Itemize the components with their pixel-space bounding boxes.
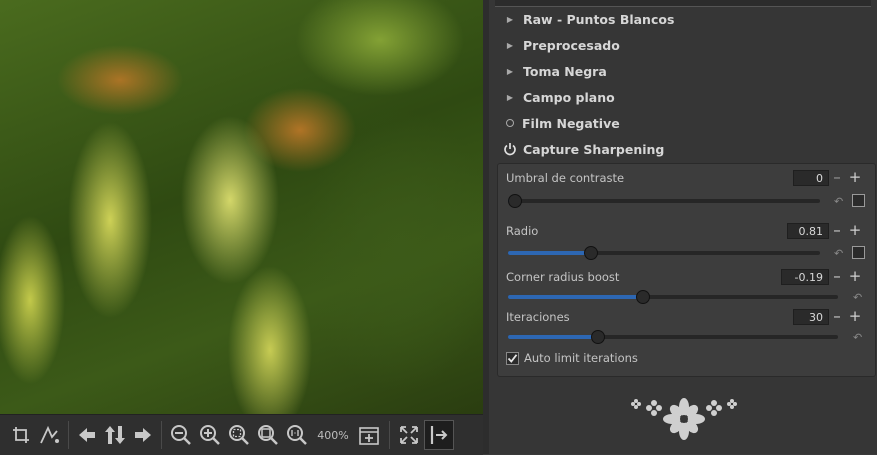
expand-arrow-icon: ▶	[506, 14, 514, 24]
toolbar-separator	[161, 421, 162, 449]
fullscreen-icon[interactable]	[394, 420, 424, 450]
section-raw-white-points[interactable]: ▶ Raw - Puntos Blancos	[503, 9, 674, 29]
crop-icon[interactable]	[8, 420, 34, 450]
auto-toggle-box[interactable]	[852, 246, 865, 259]
arrow-right-icon[interactable]	[129, 420, 157, 450]
hide-panel-icon[interactable]	[424, 420, 454, 450]
iterations-label: Iteraciones	[506, 310, 570, 324]
new-detail-window-icon[interactable]	[355, 420, 385, 450]
expand-arrow-icon: ▶	[506, 40, 514, 50]
disabled-circle-icon[interactable]	[506, 119, 514, 127]
iterations-slider[interactable]	[508, 330, 838, 344]
straighten-icon[interactable]	[34, 420, 64, 450]
decrease-button[interactable]: –	[830, 309, 844, 325]
reset-icon[interactable]: ↶	[834, 195, 848, 208]
slider-knob[interactable]	[635, 290, 650, 304]
section-capture-sharpening[interactable]: Capture Sharpening	[503, 139, 664, 159]
zoom-out-icon[interactable]	[166, 420, 195, 450]
auto-toggle-box[interactable]	[852, 194, 865, 207]
capture-sharpening-panel: Umbral de contraste 0 – + ↶ Radio 0.81 –…	[497, 163, 876, 377]
expand-arrow-icon: ▶	[506, 66, 514, 76]
radius-value[interactable]: 0.81	[787, 223, 829, 239]
reset-icon[interactable]: ↶	[834, 247, 848, 260]
increase-button[interactable]: +	[848, 223, 862, 239]
contrast-threshold-label: Umbral de contraste	[506, 171, 625, 185]
section-label: Capture Sharpening	[523, 141, 665, 157]
corner-radius-boost-value[interactable]: -0.19	[781, 269, 829, 285]
corner-radius-boost-slider[interactable]	[508, 290, 838, 304]
preview-toolbar: 400%	[0, 414, 483, 455]
auto-limit-checkbox[interactable]	[506, 352, 519, 365]
tool-panel: ▶ Raw - Puntos Blancos ▶ Preprocesado ▶ …	[483, 0, 877, 454]
increase-button[interactable]: +	[848, 309, 862, 325]
slider-fill	[508, 251, 592, 255]
slider-knob[interactable]	[508, 194, 522, 208]
increase-button[interactable]: +	[848, 170, 862, 186]
radius-label: Radio	[506, 224, 539, 238]
slider-knob[interactable]	[584, 246, 599, 260]
section-dark-frame[interactable]: ▶ Toma Negra	[503, 61, 607, 81]
decrease-button[interactable]: –	[830, 170, 844, 186]
section-preprocessing[interactable]: ▶ Preprocesado	[503, 35, 620, 55]
radius-slider[interactable]	[508, 246, 820, 260]
zoom-fill-icon[interactable]	[253, 420, 282, 450]
zoom-level: 400%	[317, 428, 349, 442]
arrow-left-icon[interactable]	[73, 420, 101, 450]
contrast-threshold-slider[interactable]	[508, 194, 820, 208]
image-preview[interactable]	[0, 0, 483, 414]
panel-top-bar	[495, 0, 871, 7]
decrease-button[interactable]: –	[830, 223, 844, 239]
section-film-negative[interactable]: Film Negative	[503, 113, 620, 133]
corner-radius-boost-label: Corner radius boost	[506, 270, 620, 284]
iterations-value[interactable]: 30	[793, 309, 829, 325]
zoom-in-icon[interactable]	[195, 420, 224, 450]
slider-fill	[508, 335, 599, 339]
flower-logo-icon	[631, 398, 737, 440]
section-label: Campo plano	[523, 89, 615, 105]
toolbar-separator	[68, 421, 69, 449]
slider-knob[interactable]	[591, 330, 606, 344]
section-flat-field[interactable]: ▶ Campo plano	[503, 87, 615, 107]
decrease-button[interactable]: –	[830, 269, 844, 285]
increase-button[interactable]: +	[848, 269, 862, 285]
slider-fill	[508, 295, 643, 299]
section-label: Preprocesado	[523, 37, 620, 53]
toolbar-separator	[389, 421, 390, 449]
reset-icon[interactable]: ↶	[853, 331, 867, 344]
zoom-100-icon[interactable]	[282, 420, 311, 450]
reset-icon[interactable]: ↶	[853, 291, 867, 304]
contrast-threshold-value[interactable]: 0	[793, 170, 829, 186]
expand-arrow-icon: ▶	[506, 92, 514, 102]
section-label: Toma Negra	[523, 63, 607, 79]
arrows-updown-icon[interactable]	[101, 420, 129, 450]
power-icon[interactable]	[503, 142, 517, 156]
section-label: Raw - Puntos Blancos	[523, 11, 675, 27]
auto-limit-label: Auto limit iterations	[524, 351, 638, 365]
section-label: Film Negative	[522, 115, 620, 131]
zoom-fit-icon[interactable]	[224, 420, 253, 450]
